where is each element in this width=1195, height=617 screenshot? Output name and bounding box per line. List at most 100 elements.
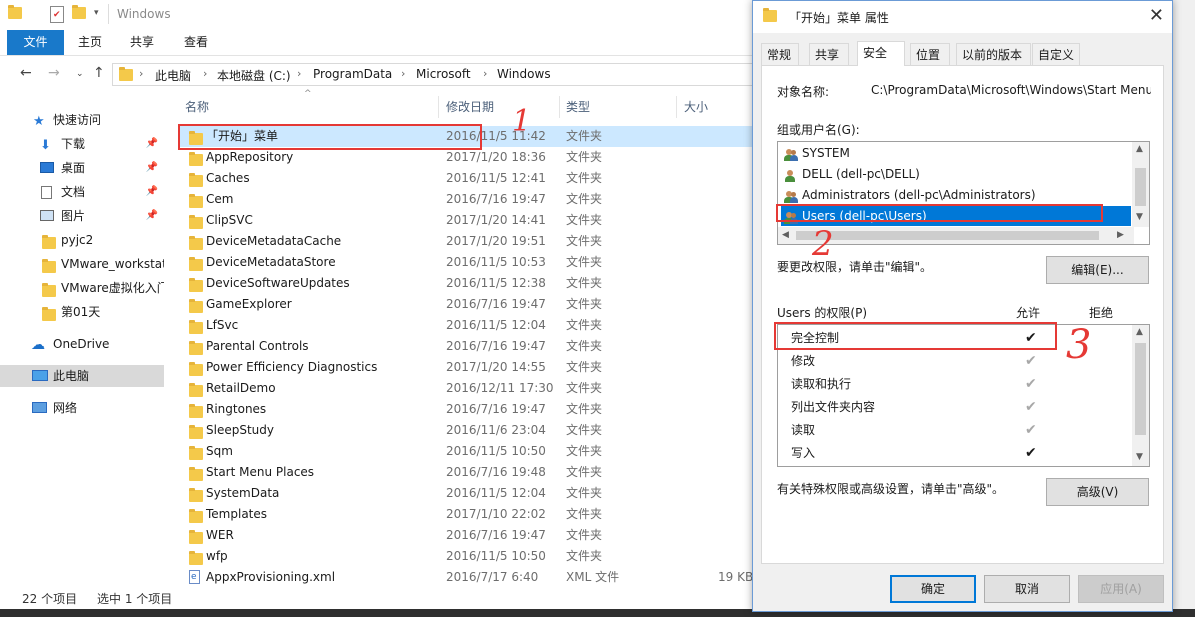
file-name: LfSvc	[206, 318, 239, 332]
breadcrumb-programdata[interactable]: ProgramData	[313, 67, 392, 81]
cancel-button[interactable]: 取消	[984, 575, 1070, 603]
permissions-scrollbar[interactable]: ▲ ▼	[1132, 325, 1149, 466]
nav-folder-vmware-workstation[interactable]: VMware_workstat	[0, 253, 164, 275]
nav-folder-vmware-intro[interactable]: VMware虚拟化入门	[0, 277, 164, 299]
nav-desktop[interactable]: 桌面 📌	[0, 157, 164, 179]
file-row[interactable]: Templates 2017/1/10 22:02 文件夹	[178, 504, 800, 525]
file-row[interactable]: DeviceMetadataCache 2017/1/20 19:51 文件夹	[178, 231, 800, 252]
tab-general[interactable]: 常规	[761, 43, 799, 65]
tab-share[interactable]: 共享	[120, 30, 164, 55]
group-item-dell[interactable]: DELL (dell-pc\DELL)	[781, 164, 1131, 184]
file-row[interactable]: GameExplorer 2016/7/16 19:47 文件夹	[178, 294, 800, 315]
close-icon[interactable]: ✕	[1149, 5, 1164, 26]
back-arrow-icon[interactable]: ←	[20, 65, 32, 81]
annotation-box-users	[776, 204, 1103, 222]
column-size[interactable]: 大小	[684, 98, 708, 115]
forward-arrow-icon[interactable]: →	[48, 65, 60, 81]
window-title: Windows	[117, 7, 171, 21]
column-date[interactable]: 修改日期	[446, 98, 494, 115]
breadcrumb-microsoft[interactable]: Microsoft	[416, 67, 471, 81]
file-row[interactable]: Power Efficiency Diagnostics 2017/1/20 14…	[178, 357, 800, 378]
scroll-down-icon[interactable]: ▼	[1136, 452, 1143, 462]
column-name[interactable]: 名称	[185, 98, 209, 115]
nav-this-pc[interactable]: 此电脑	[0, 365, 164, 387]
security-panel: 对象名称: C:\ProgramData\Microsoft\Windows\S…	[761, 65, 1164, 564]
file-date: 2016/11/5 12:04	[446, 318, 546, 332]
new-folder-icon[interactable]	[72, 5, 86, 23]
customize-toolbar-icon[interactable]: ▾	[94, 8, 99, 18]
ribbon-tabs: 文件 主页 共享 查看	[0, 30, 800, 56]
file-row[interactable]: Sqm 2016/11/5 10:50 文件夹	[178, 441, 800, 462]
pin-icon[interactable]: 📌	[146, 205, 158, 227]
nav-pictures[interactable]: 图片 📌	[0, 205, 164, 227]
file-name: DeviceMetadataCache	[206, 234, 342, 248]
scroll-up-icon[interactable]: ▲	[1136, 144, 1143, 154]
pin-icon[interactable]: 📌	[146, 181, 158, 203]
file-row[interactable]: WER 2016/7/16 19:47 文件夹	[178, 525, 800, 546]
ok-button[interactable]: 确定	[890, 575, 976, 603]
tab-customize[interactable]: 自定义	[1032, 43, 1080, 65]
tab-file[interactable]: 文件	[7, 30, 64, 55]
tab-sharing[interactable]: 共享	[809, 43, 849, 65]
file-date: 2017/1/20 18:36	[446, 150, 546, 164]
pin-icon[interactable]: 📌	[146, 133, 158, 155]
up-arrow-icon[interactable]: ↑	[93, 65, 105, 81]
nav-folder-day01[interactable]: 第01天	[0, 301, 164, 323]
file-row[interactable]: DeviceMetadataStore 2016/11/5 10:53 文件夹	[178, 252, 800, 273]
pin-icon[interactable]: 📌	[146, 157, 158, 179]
file-row[interactable]: AppRepository 2017/1/20 18:36 文件夹	[178, 147, 800, 168]
column-headers: ^ 名称 修改日期 类型 大小	[176, 89, 800, 120]
scroll-right-icon[interactable]: ▶	[1117, 230, 1124, 240]
file-row[interactable]: Ringtones 2016/7/16 19:47 文件夹	[178, 399, 800, 420]
groups-vertical-scrollbar[interactable]: ▲ ▼	[1132, 142, 1149, 227]
scroll-left-icon[interactable]: ◀	[782, 230, 789, 240]
file-name: ClipSVC	[206, 213, 253, 227]
apply-button[interactable]: 应用(A)	[1078, 575, 1164, 603]
properties-dialog: 「开始」菜单 属性 ✕ 常规 共享 安全 位置 以前的版本 自定义 对象名称: …	[752, 0, 1173, 612]
file-row[interactable]: wfp 2016/11/5 10:50 文件夹	[178, 546, 800, 567]
edit-button[interactable]: 编辑(E)...	[1046, 256, 1149, 284]
nav-downloads[interactable]: ⬇ 下载 📌	[0, 133, 164, 155]
users-icon	[784, 147, 798, 161]
advanced-button[interactable]: 高级(V)	[1046, 478, 1149, 506]
scroll-down-icon[interactable]: ▼	[1136, 212, 1143, 222]
file-row[interactable]: LfSvc 2016/11/5 12:04 文件夹	[178, 315, 800, 336]
file-row[interactable]: ClipSVC 2017/1/20 14:41 文件夹	[178, 210, 800, 231]
folder-icon	[119, 67, 133, 84]
breadcrumb-this-pc[interactable]: 此电脑	[155, 67, 191, 84]
file-date: 2016/11/5 10:53	[446, 255, 546, 269]
nav-folder-pyjc2[interactable]: pyjc2	[0, 229, 164, 251]
nav-documents[interactable]: 文档 📌	[0, 181, 164, 203]
file-row[interactable]: RetailDemo 2016/12/11 17:30 文件夹	[178, 378, 800, 399]
properties-icon[interactable]: ✔	[50, 6, 64, 23]
file-row[interactable]: Parental Controls 2016/7/16 19:47 文件夹	[178, 336, 800, 357]
file-type: 文件夹	[566, 339, 603, 353]
recent-locations-icon[interactable]: ⌄	[76, 69, 84, 79]
file-row[interactable]: Cem 2016/7/16 19:47 文件夹	[178, 189, 800, 210]
tab-view[interactable]: 查看	[172, 30, 220, 55]
column-type[interactable]: 类型	[566, 98, 590, 115]
breadcrumb-local-disk[interactable]: 本地磁盘 (C:)	[217, 67, 291, 84]
file-row[interactable]: SleepStudy 2016/11/6 23:04 文件夹	[178, 420, 800, 441]
file-row[interactable]: SystemData 2016/11/5 12:04 文件夹	[178, 483, 800, 504]
group-item-administrators[interactable]: Administrators (dell-pc\Administrators)	[781, 185, 1131, 205]
file-name: Parental Controls	[206, 339, 309, 353]
tab-home[interactable]: 主页	[68, 30, 112, 55]
breadcrumb-windows[interactable]: Windows	[497, 67, 551, 81]
file-row[interactable]: AppxProvisioning.xml 2016/7/17 6:40 XML 文件…	[178, 567, 800, 588]
advanced-hint: 有关特殊权限或高级设置，请单击"高级"。	[777, 482, 1005, 496]
tab-previous-versions[interactable]: 以前的版本	[956, 43, 1031, 65]
download-icon: ⬇	[40, 138, 51, 153]
nav-quick-access[interactable]: ★ 快速访问	[0, 109, 164, 131]
file-row[interactable]: Caches 2016/11/5 12:41 文件夹	[178, 168, 800, 189]
tab-location[interactable]: 位置	[910, 43, 950, 65]
file-type: 文件夹	[566, 423, 603, 437]
nav-network[interactable]: 网络	[0, 397, 164, 419]
group-item-system[interactable]: SYSTEM	[781, 143, 1131, 163]
file-row[interactable]: DeviceSoftwareUpdates 2016/11/5 12:38 文件夹	[178, 273, 800, 294]
scroll-up-icon[interactable]: ▲	[1136, 327, 1143, 337]
address-input[interactable]: › 此电脑 › 本地磁盘 (C:) › ProgramData › Micros…	[112, 63, 800, 86]
nav-onedrive[interactable]: ☁ OneDrive	[0, 333, 164, 355]
file-row[interactable]: Start Menu Places 2016/7/16 19:48 文件夹	[178, 462, 800, 483]
tab-security[interactable]: 安全	[857, 41, 905, 66]
